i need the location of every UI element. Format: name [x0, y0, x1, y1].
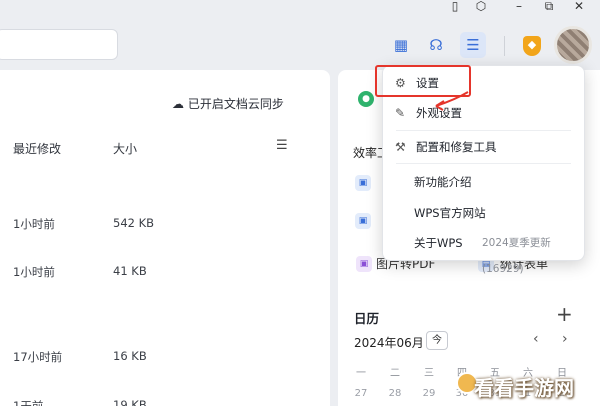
weekday-label: 三	[424, 368, 434, 379]
menu-item-whats-new[interactable]: 新功能介绍	[383, 169, 586, 195]
menu-icon[interactable]: ☰	[460, 32, 486, 58]
status-dot-icon: ●	[358, 91, 374, 107]
calendar-title: 日历	[354, 311, 380, 326]
filter-icon[interactable]: ☰	[276, 138, 288, 153]
row-modified: 17小时前	[13, 350, 63, 364]
version-label: 2024夏季更新 (16929)	[482, 237, 551, 275]
weekday-label: 二	[390, 368, 400, 379]
tool-tile-icon[interactable]: ▣	[355, 213, 371, 229]
brush-icon: ✎	[395, 106, 406, 120]
cloud-icon: ☁	[172, 97, 184, 111]
image-to-pdf-icon: ▣	[356, 256, 372, 272]
cube-icon[interactable]: ⬡	[470, 0, 492, 14]
pin-icon[interactable]: ▯	[444, 0, 466, 14]
sync-label: 已开启文档云同步	[187, 97, 284, 111]
column-header-modified[interactable]: 最近修改	[13, 140, 61, 157]
row-modified: 1小时前	[13, 217, 55, 231]
search-input[interactable]	[0, 29, 118, 60]
menu-divider	[396, 163, 571, 164]
calendar-day[interactable]: 27	[354, 388, 368, 399]
row-size: 542 KB	[113, 216, 155, 230]
avatar[interactable]	[554, 26, 592, 64]
menu-item-official-site[interactable]: WPS官方网站	[383, 200, 586, 226]
weekday-label: 一	[356, 368, 366, 379]
row-size: 16 KB	[113, 349, 147, 363]
close-icon[interactable]: ✕	[568, 0, 590, 14]
watermark-text: 看看手游网	[474, 376, 574, 400]
calendar-day[interactable]: 29	[422, 388, 436, 399]
headset-icon[interactable]: ☊	[423, 32, 449, 58]
menu-divider	[396, 130, 571, 131]
row-size: 41 KB	[113, 264, 147, 278]
row-modified: 1小时前	[13, 265, 55, 279]
next-month-icon[interactable]: ›	[562, 331, 568, 347]
add-event-icon[interactable]: +	[556, 302, 573, 326]
today-button[interactable]: 今	[426, 331, 448, 350]
column-header-size[interactable]: 大小	[113, 140, 137, 157]
prev-month-icon[interactable]: ‹	[533, 331, 539, 347]
restore-icon[interactable]: ⧉	[538, 0, 560, 14]
wrench-icon: ⚒	[395, 140, 406, 154]
calendar-day[interactable]: 28	[388, 388, 402, 399]
minimize-icon[interactable]: –	[508, 0, 530, 14]
apps-grid-icon[interactable]: ▦	[388, 32, 414, 58]
tool-tile-icon[interactable]: ▣	[355, 175, 371, 191]
membership-shield-icon[interactable]: ◆	[523, 36, 541, 56]
row-size: 19 KB	[113, 398, 147, 406]
cloud-sync-status[interactable]: ☁ 已开启文档云同步	[172, 95, 284, 112]
highlight-arrow	[435, 91, 469, 111]
row-modified: 1天前	[13, 399, 44, 406]
calendar-month: 2024年06月	[354, 336, 424, 350]
toolbar-divider	[504, 36, 505, 56]
menu-item-about[interactable]: 关于WPS 2024夏季更新 (16929)	[383, 230, 586, 275]
menu-item-repair-tools[interactable]: ⚒ 配置和修复工具	[383, 134, 586, 160]
